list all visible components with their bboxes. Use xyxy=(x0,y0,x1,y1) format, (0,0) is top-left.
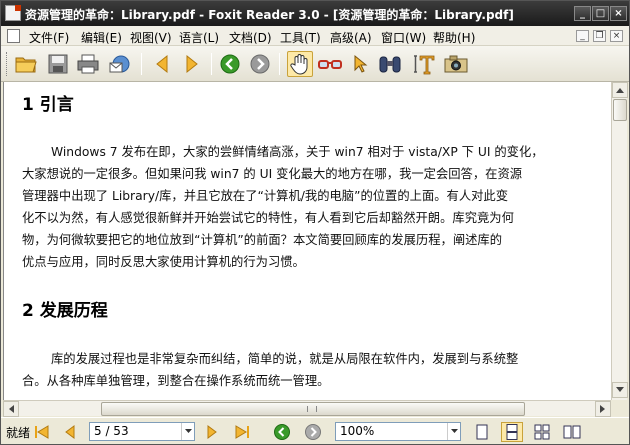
text-line: Windows 7 发布在即，大家的尝鲜情绪高涨，关于 win7 相对于 vis… xyxy=(51,145,544,159)
document-view[interactable]: 1 引言 Windows 7 发布在即，大家的尝鲜情绪高涨，关于 win7 相对… xyxy=(3,82,611,400)
scroll-down-button[interactable] xyxy=(612,382,628,398)
status-bar: 就绪 5 / 53 100% xyxy=(1,417,629,444)
text-line: 化不以为然，有人感觉很新鲜并开始尝试它的特性，有人看到它后却豁然开朗。库究竟为何 xyxy=(22,211,514,225)
menu-document[interactable]: 文档(D) xyxy=(229,29,272,46)
menu-file[interactable]: 文件(F) xyxy=(29,29,69,46)
horizontal-scrollbar[interactable] xyxy=(3,400,611,417)
email-icon[interactable] xyxy=(107,51,133,77)
main-toolbar xyxy=(1,46,629,82)
document-icon[interactable] xyxy=(7,29,20,43)
back-icon[interactable] xyxy=(217,51,243,77)
foxit-app-icon[interactable] xyxy=(5,5,21,21)
maximize-button[interactable]: □ xyxy=(592,6,609,21)
last-page-icon[interactable] xyxy=(233,423,251,441)
forward-status-icon[interactable] xyxy=(304,423,322,441)
back-status-icon[interactable] xyxy=(273,423,291,441)
foxit-reader-window: 资源管理的革命：Library.pdf - Foxit Reader 3.0 -… xyxy=(0,0,630,445)
close-button[interactable]: × xyxy=(610,6,627,21)
select-arrow-icon[interactable] xyxy=(347,51,373,77)
continuous-view-icon[interactable] xyxy=(501,422,523,442)
forward-icon[interactable] xyxy=(247,51,273,77)
glasses-icon[interactable] xyxy=(317,51,343,77)
text-select-icon[interactable] xyxy=(411,51,437,77)
snapshot-camera-icon[interactable] xyxy=(443,51,469,77)
hand-tool-icon[interactable] xyxy=(287,51,313,77)
scroll-left-button[interactable] xyxy=(3,401,19,417)
scrollbar-corner xyxy=(611,400,627,416)
menu-view[interactable]: 视图(V) xyxy=(130,29,172,46)
paragraph-intro: Windows 7 发布在即，大家的尝鲜情绪高涨，关于 win7 相对于 vis… xyxy=(22,141,582,273)
menu-bar: 文件(F) 编辑(E) 视图(V) 语言(L) 文档(D) 工具(T) 高级(A… xyxy=(1,26,629,46)
page-indicator: 5 / 53 xyxy=(94,424,129,438)
save-icon[interactable] xyxy=(45,51,71,77)
section-heading-intro: 1 引言 xyxy=(22,95,74,115)
find-binoculars-icon[interactable] xyxy=(377,51,403,77)
toolbar-separator xyxy=(141,53,142,75)
toolbar-grip[interactable] xyxy=(6,52,9,76)
doc-minimize-button[interactable]: _ xyxy=(576,30,589,42)
text-line: 大家想说的一定很多。但如果问我 win7 的 UI 变化最大的地方在哪，我一定会… xyxy=(22,167,523,181)
zoom-level: 100% xyxy=(340,424,375,438)
doc-close-button[interactable]: × xyxy=(610,30,623,42)
minimize-button[interactable]: _ xyxy=(574,6,591,21)
facing-view-icon[interactable] xyxy=(531,422,553,442)
text-line: 管理器中出现了 Library/库，并且它放在了“计算机/我的电脑”的位置的上面… xyxy=(22,189,509,203)
menu-tools[interactable]: 工具(T) xyxy=(280,29,321,46)
text-line: 优点与应用，同时反思大家使用计算机的行为习惯。 xyxy=(22,255,305,269)
paragraph-history: 库的发展过程也是非常复杂而纠结，简单的说，就是从局限在软件内，发展到与系统整 合… xyxy=(22,348,582,392)
status-text: 就绪 xyxy=(6,426,31,440)
next-page-status-icon[interactable] xyxy=(203,423,221,441)
menu-help[interactable]: 帮助(H) xyxy=(433,29,475,46)
doc-restore-button[interactable]: ❐ xyxy=(593,30,606,42)
menu-edit[interactable]: 编辑(E) xyxy=(81,29,122,46)
scroll-up-button[interactable] xyxy=(612,82,628,98)
chevron-down-icon[interactable] xyxy=(181,423,194,440)
print-icon[interactable] xyxy=(75,51,101,77)
text-line: 库的发展过程也是非常复杂而纠结，简单的说，就是从局限在软件内，发展到与系统整 xyxy=(51,352,519,366)
text-line: 物，为何微软要把它的地位放到“计算机”的前面？本文简要回顾库的发展历程，阐述库的 xyxy=(22,233,503,247)
toolbar-separator xyxy=(279,53,280,75)
continuous-facing-view-icon[interactable] xyxy=(561,422,583,442)
menu-advanced[interactable]: 高级(A) xyxy=(330,29,372,46)
title-bar[interactable]: 资源管理的革命：Library.pdf - Foxit Reader 3.0 -… xyxy=(1,1,629,26)
previous-page-icon[interactable] xyxy=(149,51,175,77)
vertical-scrollbar[interactable] xyxy=(611,82,628,400)
single-page-view-icon[interactable] xyxy=(471,422,493,442)
page-number-input[interactable]: 5 / 53 xyxy=(89,422,195,441)
vertical-scroll-thumb[interactable] xyxy=(613,99,627,121)
section-heading-history: 2 发展历程 xyxy=(22,301,108,321)
scroll-right-button[interactable] xyxy=(595,401,611,417)
menu-window[interactable]: 窗口(W) xyxy=(381,29,426,46)
chevron-down-icon[interactable] xyxy=(447,423,460,440)
menu-language[interactable]: 语言(L) xyxy=(179,29,219,46)
horizontal-scroll-thumb[interactable] xyxy=(101,402,525,416)
next-page-icon[interactable] xyxy=(179,51,205,77)
previous-page-status-icon[interactable] xyxy=(61,423,79,441)
window-title: 资源管理的革命：Library.pdf - Foxit Reader 3.0 -… xyxy=(25,8,514,22)
open-folder-icon[interactable] xyxy=(13,51,39,77)
first-page-icon[interactable] xyxy=(33,423,51,441)
text-line: 合。从各种库单独管理，到整合在操作系统而统一管理。 xyxy=(22,374,330,388)
zoom-input[interactable]: 100% xyxy=(335,422,461,441)
toolbar-separator xyxy=(211,53,212,75)
